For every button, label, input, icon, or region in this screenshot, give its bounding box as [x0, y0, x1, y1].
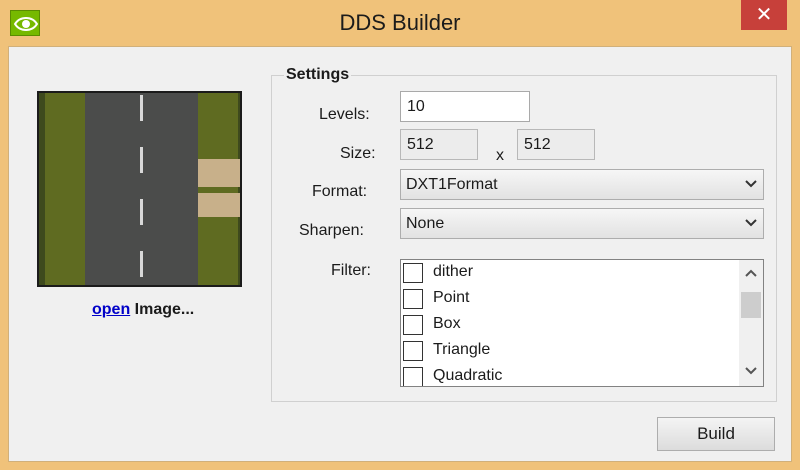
chevron-down-icon	[745, 219, 757, 227]
dialog-body: open Image... Settings Levels: 10 Size: …	[8, 46, 792, 462]
window-title: DDS Builder	[339, 10, 461, 35]
sharpen-label: Sharpen:	[299, 222, 364, 239]
filter-item-label: Triangle	[433, 341, 491, 358]
format-value: DXT1Format	[406, 176, 498, 193]
preview-grass-left	[45, 93, 85, 285]
preview-lane-mark	[140, 95, 143, 121]
filter-list[interactable]: dither Point Box Triangle Quadratic	[400, 259, 764, 387]
filter-label: Filter:	[331, 262, 371, 279]
filter-scrollbar[interactable]	[739, 260, 763, 386]
preview-lane-mark	[140, 199, 143, 225]
filter-checkbox[interactable]	[403, 341, 423, 361]
open-image-row: open Image...	[92, 301, 194, 319]
size-label: Size:	[340, 145, 376, 162]
sharpen-dropdown[interactable]: None	[400, 208, 764, 239]
filter-checkbox[interactable]	[403, 289, 423, 309]
size-width-field[interactable]: 512	[400, 129, 478, 160]
preview-grass-right	[198, 93, 238, 285]
filter-checkbox[interactable]	[403, 263, 423, 283]
settings-title: Settings	[284, 66, 352, 84]
format-label: Format:	[312, 183, 368, 200]
scroll-up-icon[interactable]	[745, 268, 757, 278]
filter-item-label: Quadratic	[433, 367, 503, 384]
filter-item-label: Box	[433, 315, 461, 332]
filter-item-box[interactable]: Box	[403, 312, 733, 338]
levels-input[interactable]: 10	[400, 91, 530, 122]
levels-label: Levels:	[319, 106, 370, 123]
sharpen-value: None	[406, 215, 445, 232]
filter-item-dither[interactable]: dither	[403, 260, 733, 286]
filter-item-label: Point	[433, 289, 470, 306]
size-separator: x	[496, 147, 504, 164]
title-bar[interactable]: DDS Builder ✕	[0, 0, 800, 46]
texture-preview	[37, 91, 242, 287]
build-button[interactable]: Build	[657, 417, 775, 451]
preview-lane-mark	[140, 251, 143, 277]
filter-item-triangle[interactable]: Triangle	[403, 338, 733, 364]
filter-item-label: dither	[433, 263, 474, 280]
open-image-label: Image...	[130, 301, 195, 318]
preview-dirt-patch	[198, 193, 240, 217]
chevron-down-icon	[745, 180, 757, 188]
open-image-link[interactable]: open	[92, 301, 130, 318]
preview-lane-mark	[140, 147, 143, 173]
filter-checkbox[interactable]	[403, 367, 423, 386]
scroll-down-icon[interactable]	[745, 366, 757, 376]
close-button[interactable]: ✕	[741, 0, 787, 30]
filter-checkbox[interactable]	[403, 315, 423, 335]
filter-item-point[interactable]: Point	[403, 286, 733, 312]
filter-item-quadratic[interactable]: Quadratic	[403, 364, 733, 386]
size-height-field[interactable]: 512	[517, 129, 595, 160]
format-dropdown[interactable]: DXT1Format	[400, 169, 764, 200]
preview-dirt-patch	[198, 159, 240, 187]
scrollbar-thumb[interactable]	[741, 292, 761, 318]
